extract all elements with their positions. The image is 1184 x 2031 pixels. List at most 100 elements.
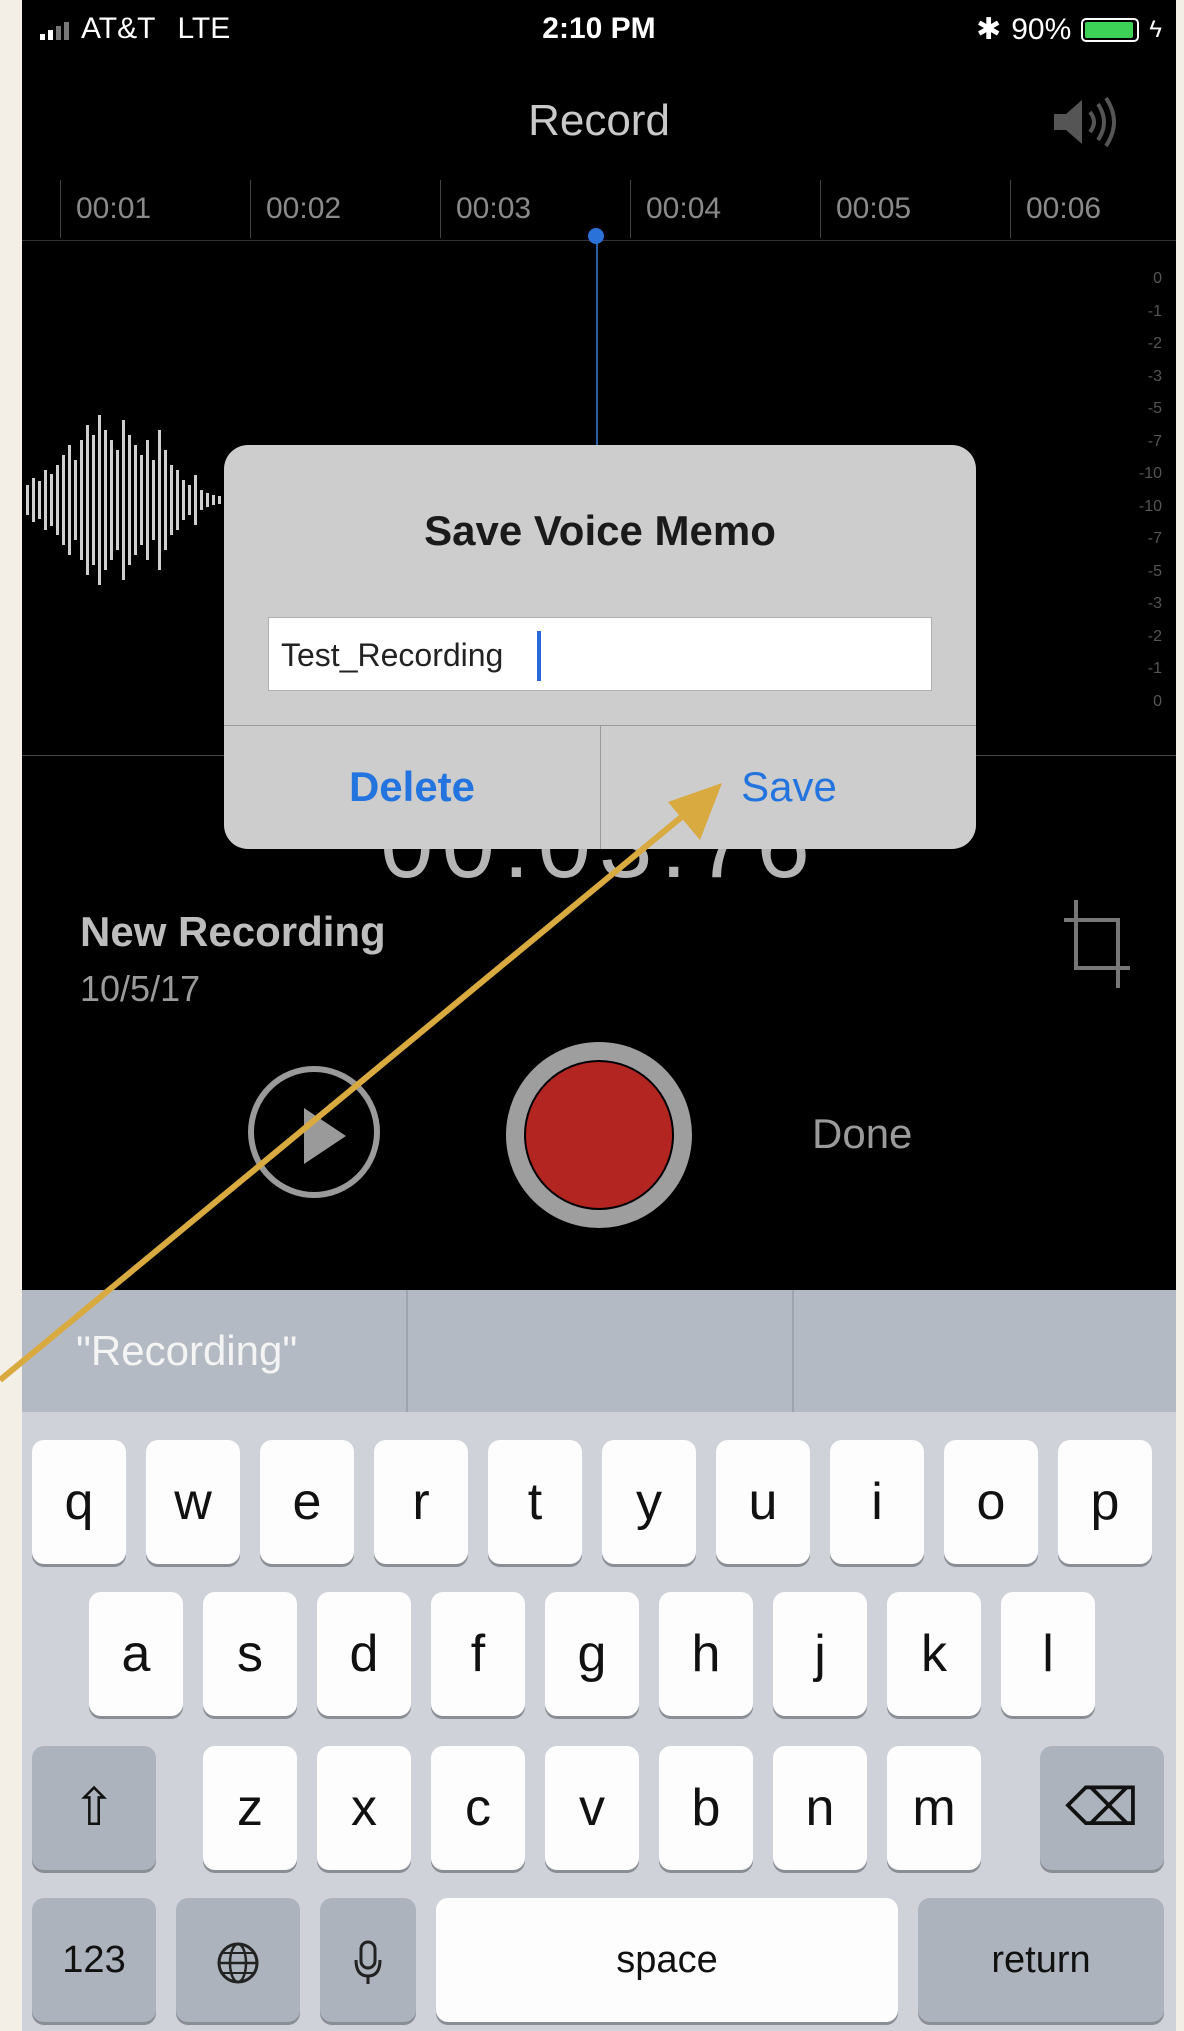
dictation-key[interactable] — [320, 1898, 416, 2022]
key-g[interactable]: g — [545, 1592, 639, 1716]
waveform-bar — [38, 481, 41, 519]
key-x[interactable]: x — [317, 1746, 411, 1870]
play-button[interactable] — [248, 1066, 380, 1198]
delete-button[interactable]: Delete — [224, 725, 600, 849]
key-h[interactable]: h — [659, 1592, 753, 1716]
waveform-bar — [176, 470, 179, 530]
bluetooth-icon: ✱ — [976, 13, 1002, 46]
key-j[interactable]: j — [773, 1592, 867, 1716]
key-b[interactable]: b — [659, 1746, 753, 1870]
record-button[interactable] — [506, 1042, 692, 1228]
waveform-bar — [212, 495, 215, 505]
db-scale: 0 -1 -2 -3 -5 -7 -10 -10 -7 -5 -3 -2 -1 … — [1138, 270, 1162, 710]
key-a[interactable]: a — [89, 1592, 183, 1716]
timeline-label: 00:02 — [266, 192, 342, 225]
delete-key[interactable]: ⌫ — [1040, 1746, 1164, 1870]
waveform-bar — [32, 478, 35, 522]
waveform-bar — [200, 490, 203, 510]
page-title: Record — [528, 96, 670, 145]
space-key[interactable]: space — [436, 1898, 898, 2022]
waveform-bar — [146, 440, 149, 560]
key-t[interactable]: t — [488, 1440, 582, 1564]
battery-percent: 90% — [1011, 12, 1072, 46]
waveform-bar — [116, 450, 119, 550]
key-u[interactable]: u — [716, 1440, 810, 1564]
waveform-bar — [206, 493, 209, 507]
globe-key[interactable] — [176, 1898, 300, 2022]
waveform-bar — [152, 460, 155, 540]
save-button[interactable]: Save — [601, 725, 976, 849]
trim-icon[interactable] — [1062, 898, 1132, 990]
return-key[interactable]: return — [918, 1898, 1164, 2022]
memo-name-field[interactable]: Test_Recording — [268, 617, 932, 691]
waveform-bar — [56, 465, 59, 535]
timeline-label: 00:03 — [456, 192, 532, 225]
key-d[interactable]: d — [317, 1592, 411, 1716]
suggestion-item[interactable]: "Recording" — [76, 1290, 406, 1412]
waveform-bar — [98, 415, 101, 585]
key-l[interactable]: l — [1001, 1592, 1095, 1716]
timeline-label: 00:06 — [1026, 192, 1102, 225]
recording-date: 10/5/17 — [80, 968, 201, 1009]
key-z[interactable]: z — [203, 1746, 297, 1870]
waveform-bar — [74, 460, 77, 540]
waveform-bar — [134, 445, 137, 555]
done-button[interactable]: Done — [812, 1110, 912, 1158]
memo-name-value: Test_Recording — [281, 637, 504, 673]
numbers-key[interactable]: 123 — [32, 1898, 156, 2022]
key-k[interactable]: k — [887, 1592, 981, 1716]
waveform-bar — [80, 440, 83, 560]
record-icon — [524, 1060, 674, 1210]
waveform-bar — [110, 440, 113, 560]
key-s[interactable]: s — [203, 1592, 297, 1716]
waveform-bar — [68, 445, 71, 555]
recording-name: New Recording — [80, 908, 386, 955]
keyboard: "Recording" q w e r t y u i o p a s d f … — [22, 1290, 1176, 2031]
key-n[interactable]: n — [773, 1746, 867, 1870]
playhead-handle[interactable] — [588, 228, 604, 244]
waveform-bar — [86, 425, 89, 575]
key-e[interactable]: e — [260, 1440, 354, 1564]
key-v[interactable]: v — [545, 1746, 639, 1870]
key-p[interactable]: p — [1058, 1440, 1152, 1564]
timeline-label: 00:01 — [76, 192, 152, 225]
waveform-bar — [218, 496, 221, 504]
microphone-icon — [354, 1940, 382, 1985]
text-caret — [537, 631, 541, 681]
status-bar: AT&T LTE 2:10 PM ✱ 90% ϟ — [22, 0, 1176, 60]
waveform-bar — [62, 455, 65, 545]
key-c[interactable]: c — [431, 1746, 525, 1870]
backspace-icon: ⌫ — [1065, 1779, 1139, 1837]
phone-screen: AT&T LTE 2:10 PM ✱ 90% ϟ Record 00:01 00… — [22, 0, 1176, 2031]
dialog-title: Save Voice Memo — [424, 507, 776, 554]
suggestion-item[interactable] — [794, 1290, 1176, 1412]
waveform-bar — [104, 430, 107, 570]
key-y[interactable]: y — [602, 1440, 696, 1564]
key-i[interactable]: i — [830, 1440, 924, 1564]
key-q[interactable]: q — [32, 1440, 126, 1564]
shift-key[interactable]: ⇧ — [32, 1746, 156, 1870]
key-w[interactable]: w — [146, 1440, 240, 1564]
waveform-bar — [50, 474, 53, 526]
waveform-bar — [26, 485, 29, 515]
waveform-bar — [188, 485, 191, 515]
waveform-bar — [194, 475, 197, 525]
waveform-bar — [128, 435, 131, 565]
key-f[interactable]: f — [431, 1592, 525, 1716]
battery-icon — [1081, 17, 1140, 42]
waveform-bar — [44, 470, 47, 530]
timeline-label: 00:04 — [646, 192, 722, 225]
key-o[interactable]: o — [944, 1440, 1038, 1564]
charging-icon: ϟ — [1149, 15, 1162, 43]
key-m[interactable]: m — [887, 1746, 981, 1870]
shift-icon: ⇧ — [72, 1779, 116, 1837]
speaker-icon[interactable] — [1050, 92, 1120, 164]
suggestion-item[interactable] — [408, 1290, 792, 1412]
waveform-bar — [164, 450, 167, 550]
timeline-label: 00:05 — [836, 192, 912, 225]
waveform-bar — [170, 465, 173, 535]
key-r[interactable]: r — [374, 1440, 468, 1564]
waveform-bar — [122, 420, 125, 580]
waveform-bar — [182, 480, 185, 520]
waveform-bar — [158, 430, 161, 570]
